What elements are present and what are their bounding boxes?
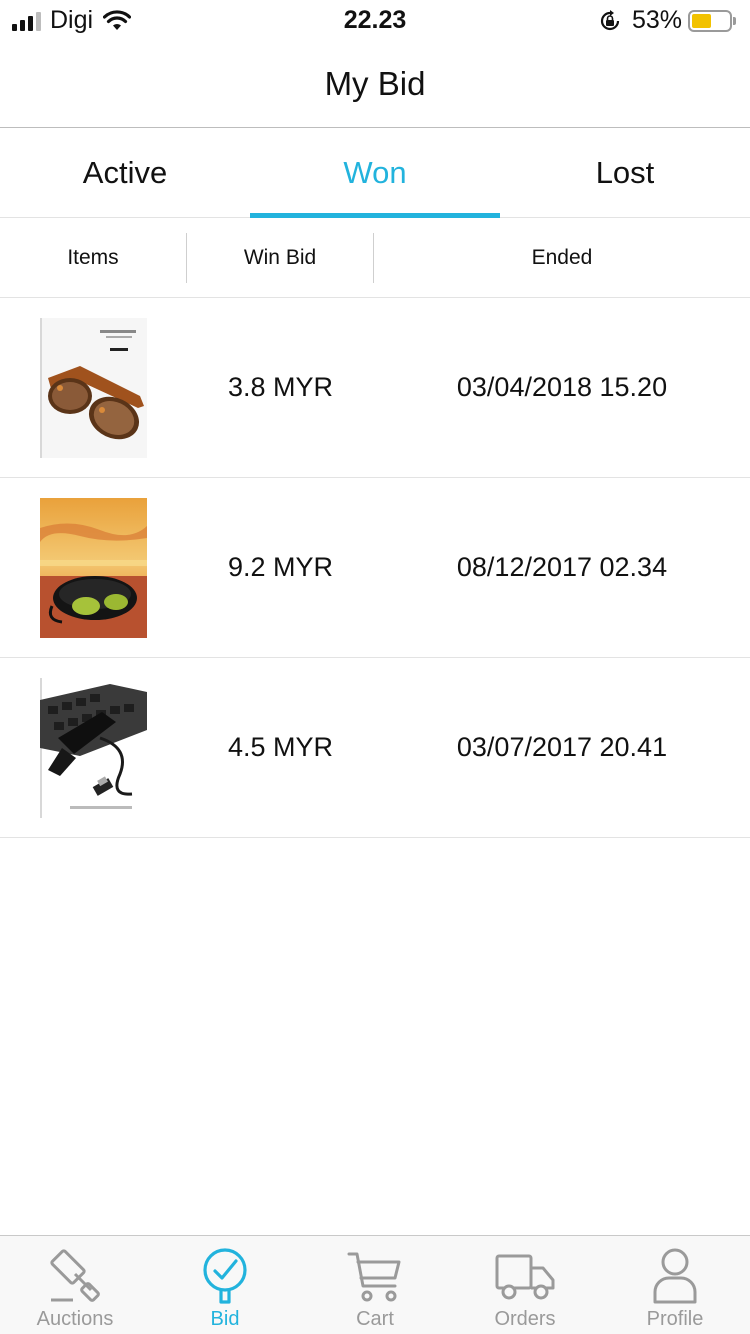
person-icon: [653, 1248, 697, 1304]
item-image-usb-vacuum: [40, 677, 147, 818]
tab-label-orders: Orders: [494, 1308, 556, 1330]
tab-label-profile: Profile: [646, 1308, 704, 1330]
truck-icon: [495, 1254, 555, 1300]
tab-won[interactable]: Won: [250, 129, 500, 218]
tab-lost[interactable]: Lost: [500, 129, 750, 217]
win-bid-value: 9.2 MYR: [227, 552, 334, 582]
table-row[interactable]: 9.2 MYR 08/12/2017 02.34: [0, 478, 750, 658]
win-bid-value: 3.8 MYR: [227, 372, 334, 402]
item-image-sunglasses: [40, 317, 147, 458]
column-win-bid: Win Bid: [187, 232, 374, 283]
check-circle-icon: [203, 1248, 247, 1304]
win-bid-value: 4.5 MYR: [227, 732, 334, 762]
battery-icon: [688, 9, 732, 32]
bid-status-tabs: Active Won Lost: [0, 129, 750, 218]
tab-label-bid: Bid: [210, 1308, 240, 1330]
tab-label-auctions: Auctions: [36, 1308, 114, 1330]
cart-icon: [347, 1252, 401, 1302]
tab-cart[interactable]: Cart: [300, 1236, 450, 1334]
ended-date: 08/12/2017 02.34: [456, 552, 668, 582]
bottom-tab-bar: Auctions Bid Cart Orders Profile: [0, 1235, 750, 1334]
column-ended: Ended: [531, 245, 593, 269]
battery-percent: 53%: [631, 6, 682, 34]
tab-bid[interactable]: Bid: [150, 1236, 300, 1334]
tab-active[interactable]: Active: [0, 129, 250, 217]
column-items: Items: [0, 232, 187, 283]
ended-date: 03/04/2018 15.20: [456, 372, 668, 402]
orientation-lock-icon: [600, 9, 620, 30]
tab-profile[interactable]: Profile: [600, 1236, 750, 1334]
table-header: Items Win Bid Ended: [0, 218, 750, 298]
table-row[interactable]: 3.8 MYR 03/04/2018 15.20: [0, 298, 750, 478]
tab-label-cart: Cart: [356, 1308, 394, 1330]
table-row[interactable]: 4.5 MYR 03/07/2017 20.41: [0, 658, 750, 838]
ended-date: 03/07/2017 20.41: [456, 732, 668, 762]
navigation-bar: My Bid: [0, 40, 750, 128]
won-bids-list: 3.8 MYR 03/04/2018 15.20 9.2 MYR 08/12/2…: [0, 298, 750, 838]
gavel-icon: [50, 1249, 100, 1302]
item-image-glasses-case: [40, 497, 147, 638]
status-bar: Digi 22.23 53%: [0, 0, 750, 40]
page-title: My Bid: [324, 65, 426, 102]
tab-orders[interactable]: Orders: [450, 1236, 600, 1334]
tab-auctions[interactable]: Auctions: [0, 1236, 150, 1334]
